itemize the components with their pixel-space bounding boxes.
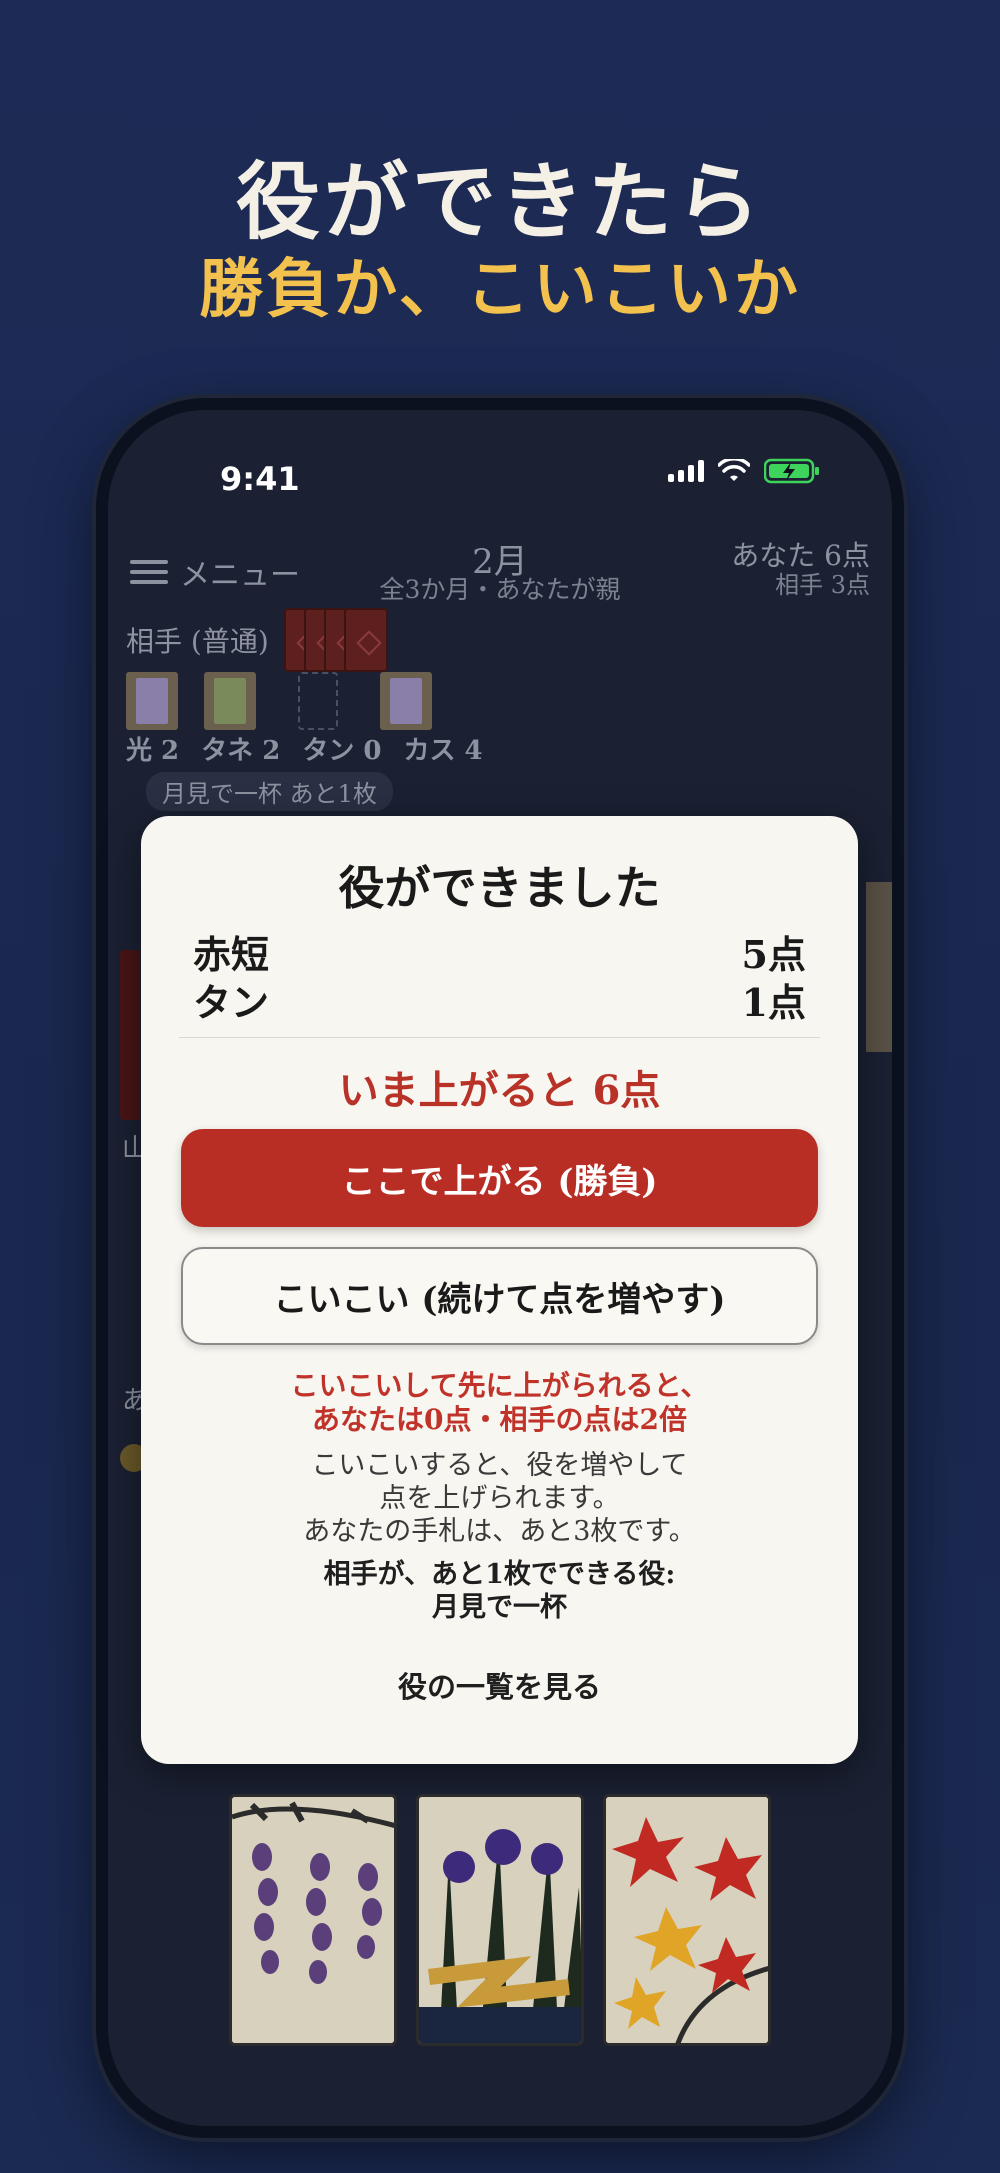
category-bright: 光 2	[126, 736, 180, 766]
opponent-yaku-hint: 相手が、あと1枚でできる役: 月見で一杯	[141, 1558, 858, 1624]
dialog-title: 役ができました	[338, 861, 661, 915]
category-ribbon: タン 0	[302, 736, 382, 766]
current-win-points: いま上がると 6点	[338, 1067, 661, 1114]
yaku-list-link[interactable]: 役の一覧を見る	[141, 1664, 858, 1706]
info-line: こいこいすると、役を増やして	[311, 1450, 688, 1481]
capture-category-row: 光 2 タネ 2 タン 0 カス 4	[126, 730, 483, 767]
koikoi-info: こいこいすると、役を増やして 点を上げられます。 あなたの手札は、あと3枚です。	[141, 1449, 858, 1548]
opp-yaku-line: 月見で一杯	[432, 1592, 567, 1623]
category-chaff: カス 4	[403, 736, 483, 766]
deck-card-edge	[120, 950, 140, 1120]
captured-bright-card	[126, 672, 178, 730]
status-icons	[668, 458, 820, 484]
yaku-points: 5点	[741, 932, 806, 977]
warning-line: こいこいして先に上がられると、	[290, 1369, 709, 1402]
opponent-label: 相手 (普通)	[126, 625, 269, 658]
hint-pill: 月見で一杯 あと1枚	[146, 772, 393, 811]
yaku-points: 1点	[741, 980, 806, 1025]
category-animal: タネ 2	[201, 736, 281, 766]
cellular-signal-icon	[668, 460, 704, 482]
captured-ribbon-slot	[298, 672, 338, 730]
captured-chaff-card	[380, 672, 432, 730]
info-line: 点を上げられます。	[379, 1483, 620, 1514]
yaku-name: タン	[193, 980, 270, 1025]
promo-subheadline: 勝負か、こいこいか	[199, 252, 801, 327]
win-now-button[interactable]: ここで上がる (勝負)	[181, 1129, 818, 1227]
maple-card[interactable]	[603, 1794, 771, 2046]
warning-line: あなたは0点・相手の点は2倍	[312, 1403, 687, 1436]
field-card-edge	[866, 882, 892, 1052]
wifi-icon	[718, 459, 750, 481]
status-time: 9:41	[220, 460, 300, 498]
wisteria-card[interactable]	[229, 1794, 397, 2046]
iris-card[interactable]	[416, 1794, 584, 2046]
yaku-row: タン 1点	[193, 972, 806, 1027]
opp-yaku-line: 相手が、あと1枚でできる役:	[323, 1559, 676, 1590]
divider	[179, 1037, 820, 1038]
yaku-name: 赤短	[193, 932, 270, 977]
yaku-dialog: 役ができました 赤短 5点 タン 1点 いま上がると 6点 ここで上がる (勝負…	[141, 816, 858, 1764]
captured-animal-card	[204, 672, 256, 730]
koikoi-warning: こいこいして先に上がられると、 あなたは0点・相手の点は2倍	[141, 1369, 858, 1437]
info-line: あなたの手札は、あと3枚です。	[303, 1516, 696, 1547]
opponent-hand	[284, 608, 388, 672]
koikoi-button[interactable]: こいこい (続けて点を増やす)	[181, 1247, 818, 1345]
battery-charging-icon	[764, 458, 819, 484]
opponent-score: 相手 3点	[775, 571, 870, 599]
yaku-row: 赤短 5点	[193, 924, 806, 979]
